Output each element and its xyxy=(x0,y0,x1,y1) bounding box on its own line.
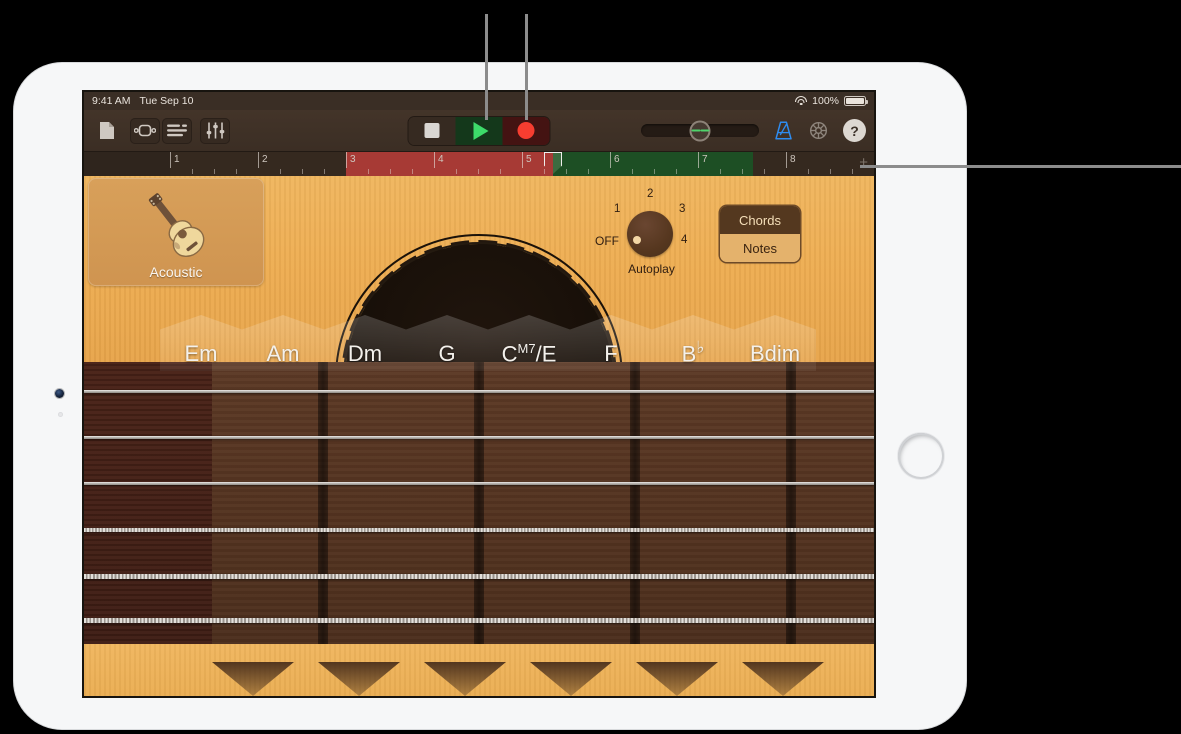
master-volume-slider[interactable] xyxy=(641,120,759,141)
chord-strip[interactable]: Am xyxy=(242,315,324,371)
mixer-icon[interactable] xyxy=(200,117,230,144)
wifi-icon xyxy=(795,96,808,106)
chevron-shape xyxy=(212,662,294,696)
chords-option[interactable]: Chords xyxy=(720,206,800,234)
autoplay-label: Autoplay xyxy=(628,262,675,276)
chord-strip[interactable]: G xyxy=(406,315,488,371)
transport-controls xyxy=(408,116,550,145)
chevron-shape xyxy=(742,662,824,696)
ruler-segment-tail xyxy=(753,152,874,176)
instrument-name: Acoustic xyxy=(149,264,203,280)
battery-percent: 100% xyxy=(812,95,839,107)
record-button[interactable] xyxy=(502,116,550,145)
bar-label: 7 xyxy=(702,154,708,165)
help-button[interactable]: ? xyxy=(843,119,866,142)
instrument-area: Acoustic OFF 1 2 3 4 Autoplay Chords Not… xyxy=(84,176,874,696)
acoustic-guitar-icon xyxy=(124,188,228,262)
status-bar: 9:41 AM Tue Sep 10 100% xyxy=(84,92,874,110)
bar-label: 2 xyxy=(262,154,268,165)
fretboard-bottom-wood xyxy=(84,644,874,696)
bar-label: 4 xyxy=(438,154,444,165)
notes-option[interactable]: Notes xyxy=(720,234,800,262)
chord-strip[interactable]: F xyxy=(570,315,652,371)
chord-strip[interactable]: CM7/E xyxy=(488,315,570,371)
status-time: 9:41 AM xyxy=(92,95,131,107)
ipad-device: 9:41 AM Tue Sep 10 100% ? 1 2 3 4 5 6 7 … xyxy=(14,63,966,729)
autoplay-knob-indicator xyxy=(633,236,641,244)
ruler-track[interactable]: 1 2 3 4 5 6 7 8 + xyxy=(170,152,874,176)
home-button[interactable] xyxy=(898,433,944,479)
front-camera xyxy=(55,389,64,398)
chevron-shape xyxy=(424,662,506,696)
chord-strip[interactable]: Bdim xyxy=(734,315,816,371)
chevron-shape xyxy=(318,662,400,696)
master-volume-thumb[interactable] xyxy=(689,120,711,141)
stop-icon xyxy=(424,123,440,138)
autoplay-control[interactable]: OFF 1 2 3 4 Autoplay xyxy=(595,184,704,284)
guitar-string[interactable] xyxy=(84,390,874,393)
bar-label: 1 xyxy=(174,154,180,165)
autoplay-position-4[interactable]: 4 xyxy=(681,234,687,246)
autoplay-position-2[interactable]: 2 xyxy=(647,188,653,200)
instrument-selector[interactable]: Acoustic xyxy=(88,178,264,286)
chord-strips: Em Am Dm G CM7/E F B♭ Bdim xyxy=(84,315,874,375)
status-date: Tue Sep 10 xyxy=(139,95,194,107)
autoplay-position-1[interactable]: 1 xyxy=(614,203,620,215)
ambient-light-sensor xyxy=(58,412,63,417)
chords-notes-switch[interactable]: Chords Notes xyxy=(720,206,800,262)
autoplay-position-3[interactable]: 3 xyxy=(679,203,685,215)
guitar-string[interactable] xyxy=(84,436,874,439)
loop-browser-icon[interactable] xyxy=(130,117,160,144)
tracks-view-icon[interactable] xyxy=(162,117,192,144)
autoplay-knob[interactable] xyxy=(627,211,673,257)
chevron-shape xyxy=(636,662,718,696)
document-icon[interactable] xyxy=(92,118,122,144)
chord-strip[interactable]: Em xyxy=(160,315,242,371)
guitar-string[interactable] xyxy=(84,618,874,623)
chevron-shape xyxy=(530,662,612,696)
metronome-icon[interactable] xyxy=(773,120,794,141)
autoplay-position-off[interactable]: OFF xyxy=(595,234,619,248)
bar-label: 5 xyxy=(526,154,532,165)
guitar-fretboard[interactable] xyxy=(84,362,874,696)
battery-icon xyxy=(844,96,868,106)
bar-label: 8 xyxy=(790,154,796,165)
chord-strip[interactable]: B♭ xyxy=(652,315,734,371)
gear-icon[interactable] xyxy=(808,120,829,141)
callout-play-line xyxy=(485,14,488,120)
guitar-string[interactable] xyxy=(84,482,874,485)
guitar-string[interactable] xyxy=(84,574,874,579)
timeline-ruler[interactable]: 1 2 3 4 5 6 7 8 + xyxy=(84,152,874,176)
callout-record-line xyxy=(525,14,528,120)
chord-strip[interactable]: Dm xyxy=(324,315,406,371)
ruler-segment-section xyxy=(553,152,753,176)
play-icon xyxy=(473,121,488,140)
bar-label: 6 xyxy=(614,154,620,165)
screenshot-canvas: 9:41 AM Tue Sep 10 100% ? 1 2 3 4 5 6 7 … xyxy=(0,0,1181,734)
stop-button[interactable] xyxy=(408,116,456,145)
record-icon xyxy=(517,122,535,139)
play-button[interactable] xyxy=(455,116,503,145)
app-screen: 9:41 AM Tue Sep 10 100% ? 1 2 3 4 5 6 7 … xyxy=(84,92,874,696)
guitar-string[interactable] xyxy=(84,528,874,532)
app-toolbar: ? xyxy=(84,110,874,152)
callout-ruler-line xyxy=(860,165,1181,168)
bar-label: 3 xyxy=(350,154,356,165)
